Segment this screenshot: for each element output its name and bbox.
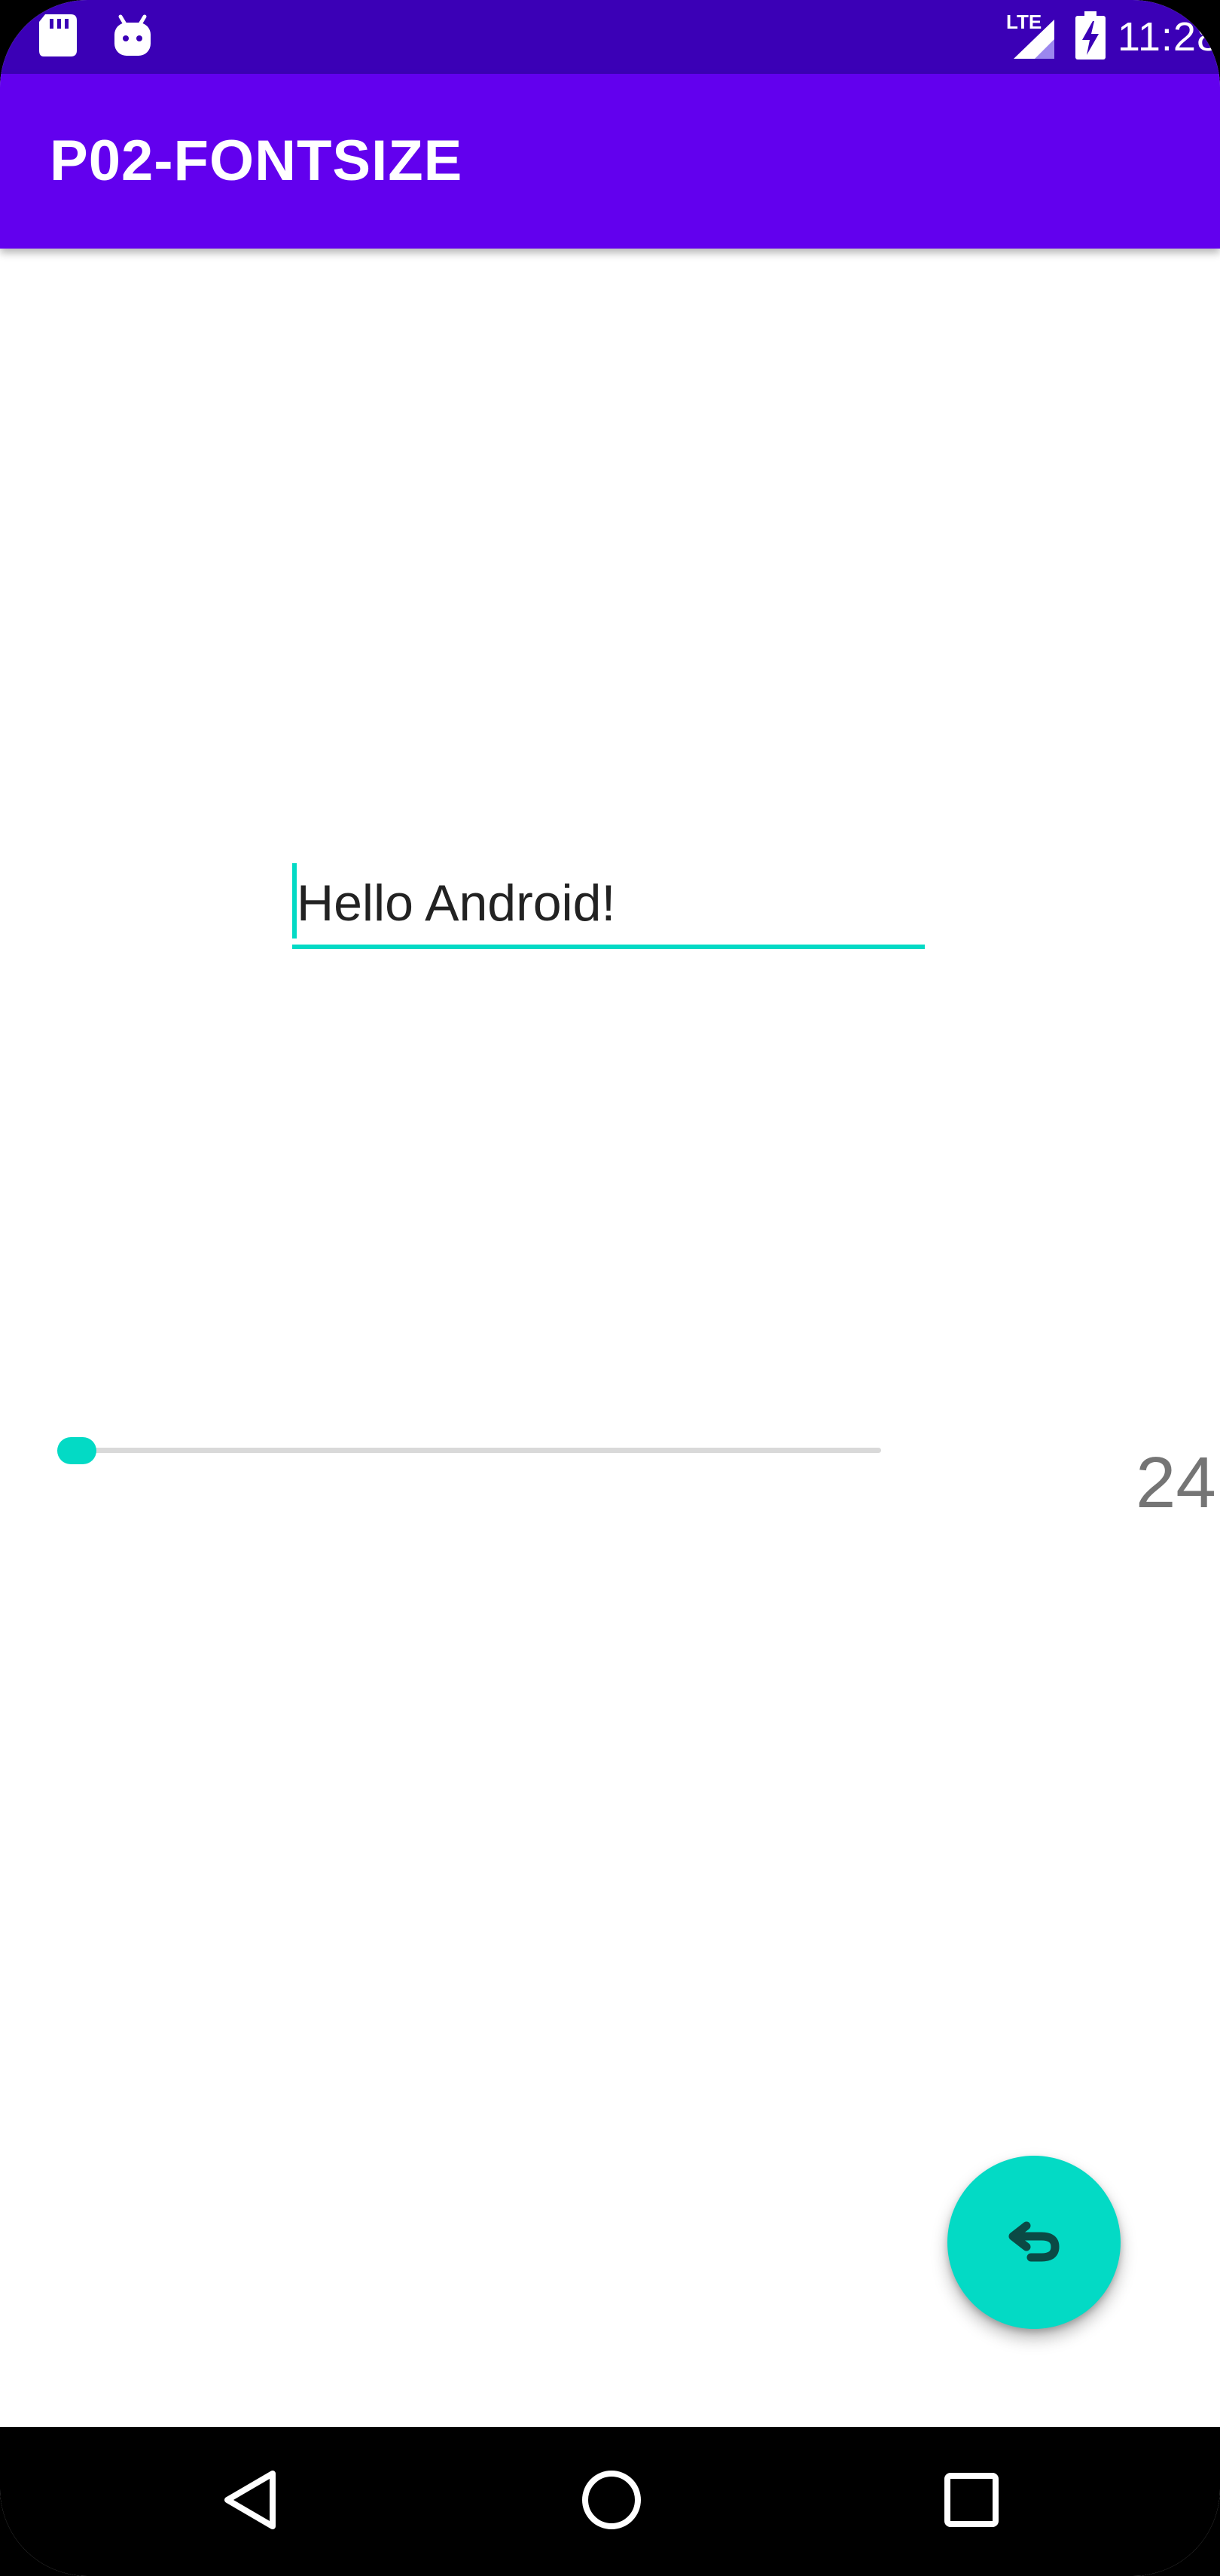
home-button[interactable] xyxy=(544,2427,679,2576)
navigation-bar xyxy=(0,2427,1220,2576)
recents-button[interactable] xyxy=(904,2427,1039,2576)
undo-fab-button[interactable] xyxy=(947,2156,1121,2329)
home-icon xyxy=(580,2468,643,2535)
sd-card-icon xyxy=(38,14,78,60)
lte-signal-icon: LTE xyxy=(1003,9,1063,66)
font-size-value: 24 xyxy=(1136,1442,1216,1523)
back-icon xyxy=(220,2468,280,2536)
app-title: P02-FONTSIZE xyxy=(50,129,463,193)
text-input-field[interactable]: Hello Android! xyxy=(292,856,925,949)
phone-screen: LTE 11:28 P02-FONTSIZE Hello Android! 24 xyxy=(0,0,1220,2576)
status-bar: LTE 11:28 xyxy=(0,0,1220,74)
main-content: Hello Android! 24 xyxy=(0,249,1220,2427)
undo-icon xyxy=(1002,2209,1066,2276)
text-input-underline xyxy=(292,945,925,949)
recents-icon xyxy=(943,2471,1000,2532)
android-debug-icon xyxy=(111,14,154,61)
status-time: 11:28 xyxy=(1117,14,1220,60)
slider-track xyxy=(77,1448,881,1453)
slider-thumb[interactable] xyxy=(57,1437,96,1464)
lte-label: LTE xyxy=(1006,11,1042,33)
font-size-slider[interactable] xyxy=(45,1421,919,1481)
back-button[interactable] xyxy=(182,2427,318,2576)
status-left-icons xyxy=(38,14,154,60)
status-right-area: LTE 11:28 xyxy=(1003,0,1220,74)
battery-charging-icon xyxy=(1074,11,1107,63)
text-input-value: Hello Android! xyxy=(297,874,616,932)
app-bar: P02-FONTSIZE xyxy=(0,74,1220,249)
